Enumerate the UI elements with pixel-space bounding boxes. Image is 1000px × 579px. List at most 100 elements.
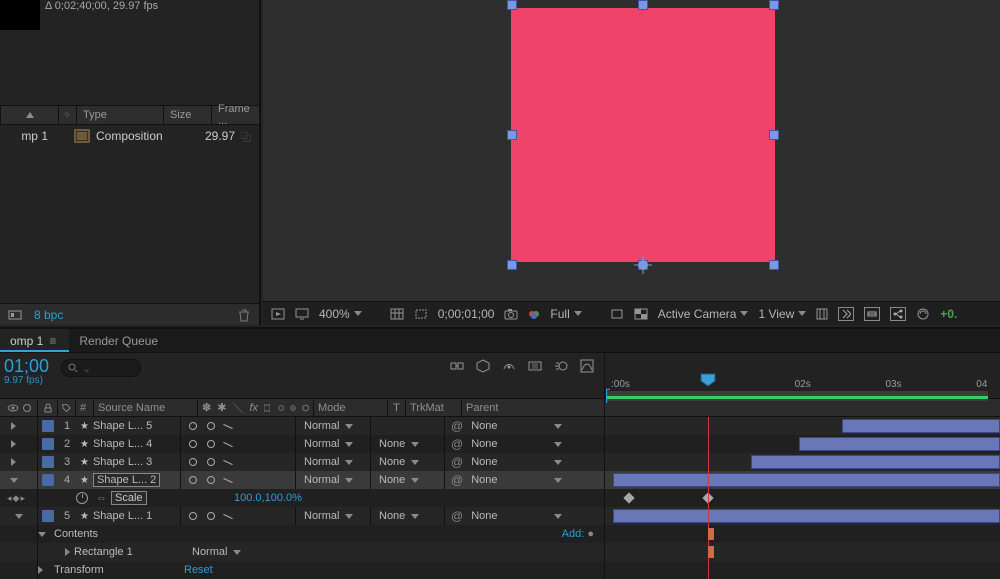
lock-icon[interactable] [43,403,53,413]
camera-dropdown[interactable]: Active Camera [658,307,749,321]
blend-mode-dropdown[interactable]: Normal [296,507,370,525]
layer-row[interactable]: 4 ★Shape L... 2 Normal None @None [0,471,1000,489]
collapse-transform-icon[interactable] [187,456,199,468]
eye-icon[interactable] [7,403,19,413]
layer-switches[interactable] [180,471,296,489]
project-col-frame[interactable]: Frame ... [211,106,259,124]
pickwhip-icon[interactable]: @ [451,509,463,523]
project-col-size[interactable]: Size [163,106,211,124]
reset-transform-button[interactable]: Reset [184,564,213,576]
always-preview-icon[interactable] [271,308,285,320]
collapse-transform-icon[interactable] [187,438,199,450]
quality-icon[interactable] [205,474,217,486]
mask-toggle-icon[interactable] [414,308,428,320]
trash-icon[interactable] [237,308,251,322]
twirl-closed-icon[interactable] [38,566,43,574]
flowchart-button-icon[interactable] [890,307,906,321]
playhead-handle[interactable] [700,373,716,387]
layer-switches[interactable] [180,417,296,435]
pickwhip-icon[interactable]: @ [451,473,463,487]
composition-canvas[interactable] [263,0,1000,301]
twirl-open-icon[interactable] [10,478,18,483]
layer-switches[interactable] [180,453,296,471]
blend-mode-dropdown[interactable]: Normal [296,471,370,489]
hide-shy-icon[interactable] [502,359,516,373]
quality-icon[interactable] [205,420,217,432]
layer-label-chip[interactable] [42,438,54,450]
trackmatte-dropdown[interactable]: None [370,471,444,489]
viewer-timecode[interactable]: 0;00;01;00 [438,307,495,321]
parent-dropdown[interactable]: @None [444,435,568,453]
handle-top-right[interactable] [769,0,779,10]
layer-label-chip[interactable] [42,456,54,468]
frame-blend-icon[interactable] [528,359,542,373]
project-col-tag[interactable] [58,106,76,124]
trackmatte-dropdown[interactable]: None [370,507,444,525]
layer-switches[interactable] [180,507,296,525]
layer-name[interactable]: ★Shape L... 5 [76,417,180,435]
layer-duration-bar[interactable] [613,473,1000,487]
blend-mode-dropdown[interactable]: Normal [296,435,370,453]
layer-name[interactable]: ★Shape L... 2 [76,471,180,489]
composition-marker[interactable] [708,546,714,558]
layer-name[interactable]: ★Shape L... 1 [76,507,180,525]
view-count-dropdown[interactable]: 1 View [758,307,806,321]
transparency-grid-icon[interactable] [634,308,648,320]
handle-top-center[interactable] [638,0,648,10]
resolution-dropdown[interactable]: Full [550,307,581,321]
exposure-value[interactable]: +0. [940,307,957,321]
layer-row[interactable]: 3 ★Shape L... 3 Normal None @None [0,453,1000,471]
twirl-closed-icon[interactable] [11,422,16,430]
pickwhip-icon[interactable]: @ [451,437,463,451]
collapse-transform-icon[interactable] [187,510,199,522]
add-shape-button[interactable]: Add: ● [562,528,594,540]
layer-row[interactable]: 5 ★Shape L... 1 Normal None @None [0,507,1000,525]
layer-row[interactable]: 2 ★Shape L... 4 Normal None @None [0,435,1000,453]
link-dimensions-icon[interactable]: ⇔ [96,492,107,504]
pickwhip-icon[interactable]: @ [451,419,463,433]
solo-icon[interactable] [23,404,31,412]
show-channel-icon[interactable] [528,308,540,320]
layer-name[interactable]: ★Shape L... 4 [76,435,180,453]
reset-exposure-icon[interactable] [916,307,930,321]
shape-bounding-box[interactable] [503,0,783,270]
composition-marker[interactable] [708,528,714,540]
tab-render-queue[interactable]: Render Queue [69,329,168,352]
graph-editor-icon[interactable] [580,359,594,373]
stopwatch-icon[interactable] [76,492,88,504]
motion-blur-icon[interactable] [554,359,568,373]
quality-icon[interactable] [205,510,217,522]
handle-bottom-left[interactable] [507,260,517,270]
pixel-aspect-icon[interactable] [816,308,828,320]
layer-switches[interactable] [180,435,296,453]
layer-label-chip[interactable] [42,510,54,522]
project-item-row[interactable]: mp 1 Composition 29.97 ⿻ [0,125,259,147]
timeline-button-icon[interactable] [864,307,880,321]
parent-dropdown[interactable]: @None [444,453,568,471]
project-bpc[interactable]: 8 bpc [34,308,63,322]
trackmatte-dropdown[interactable]: None [370,435,444,453]
work-area-start-icon[interactable]: ⎡ [605,389,611,403]
trackmatte-dropdown[interactable]: None [370,453,444,471]
snapshot-icon[interactable] [504,308,518,320]
parent-dropdown[interactable]: @None [444,471,568,489]
keyframe-diamond[interactable] [623,492,634,503]
rectangle-group-row[interactable]: Rectangle 1 Normal [0,543,1000,561]
quality-icon[interactable] [205,456,217,468]
layer-duration-bar[interactable] [613,509,1000,523]
timeline-search-input[interactable]: ⌄ [61,359,141,377]
comp-mini-flowchart-icon[interactable] [450,359,464,373]
shape-rectangle[interactable] [511,8,775,262]
shape-blend-mode[interactable]: Normal [184,543,284,561]
collapse-transform-icon[interactable] [187,474,199,486]
project-col-type[interactable]: Type [76,106,163,124]
tab-composition[interactable]: omp 1 [0,329,69,352]
project-col-label[interactable] [0,106,58,124]
layer-duration-bar[interactable] [751,455,1000,469]
handle-top-left[interactable] [507,0,517,10]
layer-row[interactable]: 1 ★Shape L... 5 Normal @None [0,417,1000,435]
fast-preview-icon[interactable] [838,307,854,321]
grid-toggle-icon[interactable] [390,308,404,320]
quality-icon[interactable] [205,438,217,450]
time-ruler[interactable]: :00s 02s 03s 04 ⎡ [605,357,1000,395]
